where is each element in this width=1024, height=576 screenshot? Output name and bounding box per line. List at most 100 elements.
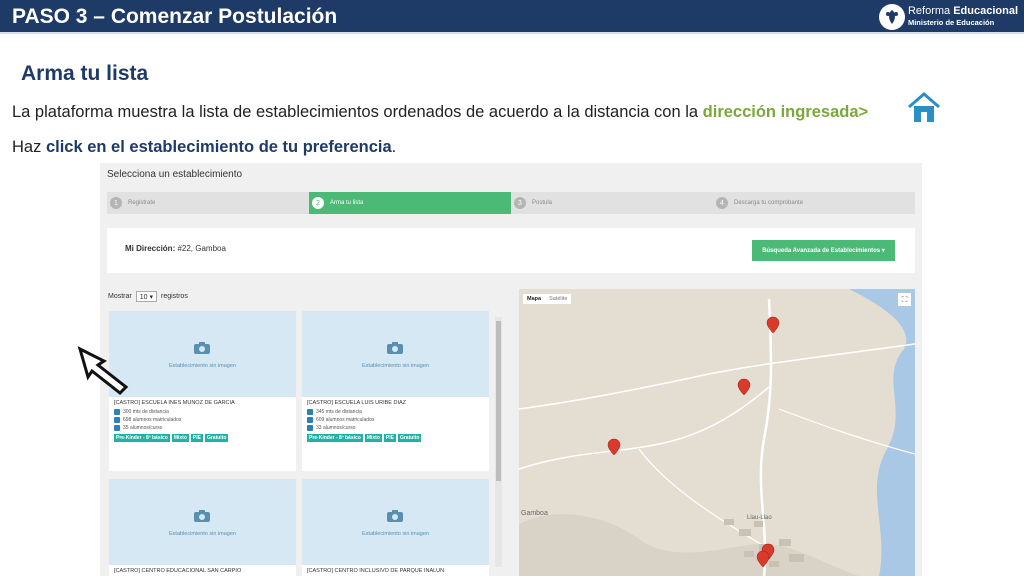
page-size-control: Mostrar 10 ▾ registros: [108, 291, 188, 302]
instruction-suffix: .: [391, 138, 397, 156]
school-card[interactable]: Establecimiento sin imagen [CASTRO] ESCU…: [302, 311, 489, 471]
camera-icon: [194, 510, 210, 522]
step-label: Descarga tu comprobante: [734, 200, 804, 206]
address-label: Mi Dirección:: [125, 244, 176, 253]
instruction-prefix: Haz: [12, 138, 46, 156]
classroom-icon: [307, 425, 313, 431]
address-highlight: dirección ingresada>: [702, 103, 869, 121]
map-place-label: Gamboa: [521, 510, 548, 517]
step-label: Registrate: [128, 200, 156, 206]
school-image-placeholder: Establecimiento sin imagen: [302, 479, 489, 565]
school-image-placeholder: Establecimiento sin imagen: [109, 311, 296, 397]
step-apply[interactable]: 3 Postula: [511, 192, 713, 214]
screen-heading: Selecciona un establecimiento: [107, 169, 243, 180]
course-row: 35 alumnos/curso: [109, 424, 296, 432]
step-number: 3: [514, 197, 526, 209]
ministry-logo: Reforma Educacional Ministerio de Educac…: [878, 3, 1018, 31]
records-label: registros: [160, 293, 188, 300]
platform-screenshot: Selecciona un establecimiento 1 Registrat…: [100, 163, 922, 576]
school-image-placeholder: Establecimiento sin imagen: [302, 311, 489, 397]
logo-text-a: Reforma: [907, 5, 954, 17]
school-name: [CASTRO] CENTRO INCLUSIVO DE PARQUE INAL…: [307, 568, 445, 574]
tag-pie: PIE: [383, 434, 396, 442]
camera-icon: [387, 510, 403, 522]
section-title: Arma tu lista: [21, 62, 149, 85]
instruction-line-1: La plataforma muestra la lista de establ…: [12, 103, 868, 122]
tag-pie: PIE: [190, 434, 203, 442]
tag-level: Pre-Kínder - 8º básico: [307, 434, 363, 442]
step-number: 4: [716, 197, 728, 209]
step-build-list[interactable]: 2 Arma tu lista: [309, 192, 511, 214]
instruction-text: La plataforma muestra la lista de establ…: [12, 103, 703, 121]
no-image-label: Establecimiento sin imagen: [362, 363, 429, 369]
step-number: 2: [312, 197, 324, 209]
logo-text-b: Educacional: [953, 5, 1018, 17]
school-name: [CASTRO] CENTRO EDUCACIONAL SAN CARPIO: [114, 568, 242, 574]
school-name: [CASTRO] ESCUELA LUIS URIBE DIAZ: [307, 400, 407, 406]
my-address: Mi Dirección: #22, Gamboa: [125, 244, 226, 253]
tag-free: Gratuito: [397, 434, 422, 442]
camera-icon: [194, 342, 210, 354]
logo-subtext: Ministerio de Educación: [907, 18, 995, 27]
map-marker-pin: [607, 316, 780, 568]
tab-map[interactable]: Mapa: [523, 294, 545, 304]
map-panel[interactable]: Gamboa Llau-Llao Mapa Satélite ⛶: [519, 289, 915, 576]
instruction-line-2: Haz click en el establecimiento de tu pr…: [12, 138, 396, 157]
enrolled-row: 609 alumnos matriculados: [302, 416, 489, 424]
address-value: #22, Gamboa: [175, 244, 226, 253]
map-canvas[interactable]: Gamboa Llau-Llao: [519, 289, 915, 576]
tag-gender: Mixto: [171, 434, 189, 442]
no-image-label: Establecimiento sin imagen: [169, 531, 236, 537]
course-row: 33 alumnos/curso: [302, 424, 489, 432]
course-text: 33 alumnos/curso: [316, 425, 356, 431]
no-image-label: Establecimiento sin imagen: [362, 531, 429, 537]
show-label: Mostrar: [108, 293, 132, 300]
pointer-arrow-icon: [77, 346, 129, 395]
school-card[interactable]: Establecimiento sin imagen [CASTRO] CENT…: [302, 479, 489, 576]
enrolled-row: 698 alumnos matriculados: [109, 416, 296, 424]
distance-text: 345 mts de distancia: [316, 409, 362, 415]
slide-header: PASO 3 – Comenzar Postulación Reforma Ed…: [0, 0, 1024, 34]
fullscreen-icon[interactable]: ⛶: [898, 293, 911, 306]
advanced-search-button[interactable]: Búsqueda Avanzada de Establecimientos ▾: [752, 240, 895, 261]
students-icon: [307, 417, 313, 423]
step-download[interactable]: 4 Descarga tu comprobante: [713, 192, 915, 214]
distance-row: 345 mts de distancia: [302, 408, 489, 416]
tab-satellite[interactable]: Satélite: [545, 294, 571, 304]
students-icon: [114, 417, 120, 423]
tag-free: Gratuito: [204, 434, 229, 442]
school-card[interactable]: Establecimiento sin imagen [CASTRO] CENT…: [109, 479, 296, 576]
tag-gender: Mixto: [364, 434, 382, 442]
school-name: [CASTRO] ESCUELA INES MUNOZ DE GARCIA: [114, 400, 235, 406]
address-panel: Mi Dirección: #22, Gamboa Búsqueda Avanz…: [107, 228, 915, 273]
map-town-label: Llau-Llao: [747, 515, 772, 521]
page-size-select[interactable]: 10 ▾: [135, 291, 157, 302]
distance-row: 300 mts de distancia: [109, 408, 296, 416]
enrolled-text: 609 alumnos matriculados: [316, 417, 375, 423]
tag-list: Pre-Kínder - 8º básico Mixto PIE Gratuit…: [302, 432, 489, 444]
classroom-icon: [114, 425, 120, 431]
list-scrollbar[interactable]: [495, 317, 502, 567]
location-icon: [114, 409, 120, 415]
camera-icon: [387, 342, 403, 354]
logo-icon: [878, 4, 905, 30]
home-icon: [908, 92, 940, 122]
school-card[interactable]: Establecimiento sin imagen [CASTRO] ESCU…: [109, 311, 296, 471]
step-register[interactable]: 1 Registrate: [107, 192, 309, 214]
course-text: 35 alumnos/curso: [123, 425, 163, 431]
tag-list: Pre-Kínder - 8º básico Mixto PIE Gratuit…: [109, 432, 296, 444]
slide-title: PASO 3 – Comenzar Postulación: [12, 5, 338, 28]
step-number: 1: [110, 197, 122, 209]
distance-text: 300 mts de distancia: [123, 409, 169, 415]
scrollbar-thumb[interactable]: [496, 321, 501, 481]
tag-level: Pre-Kínder - 8º básico: [114, 434, 170, 442]
enrolled-text: 698 alumnos matriculados: [123, 417, 182, 423]
instruction-bold: click en el establecimiento de tu prefer…: [45, 138, 392, 156]
step-label: Postula: [532, 200, 553, 206]
map-type-toggle: Mapa Satélite: [523, 294, 572, 304]
step-label: Arma tu lista: [330, 200, 364, 206]
no-image-label: Establecimiento sin imagen: [169, 363, 236, 369]
school-image-placeholder: Establecimiento sin imagen: [109, 479, 296, 565]
location-icon: [307, 409, 313, 415]
progress-steps: 1 Registrate 2 Arma tu lista 3 Postula 4 Des…: [107, 192, 915, 214]
